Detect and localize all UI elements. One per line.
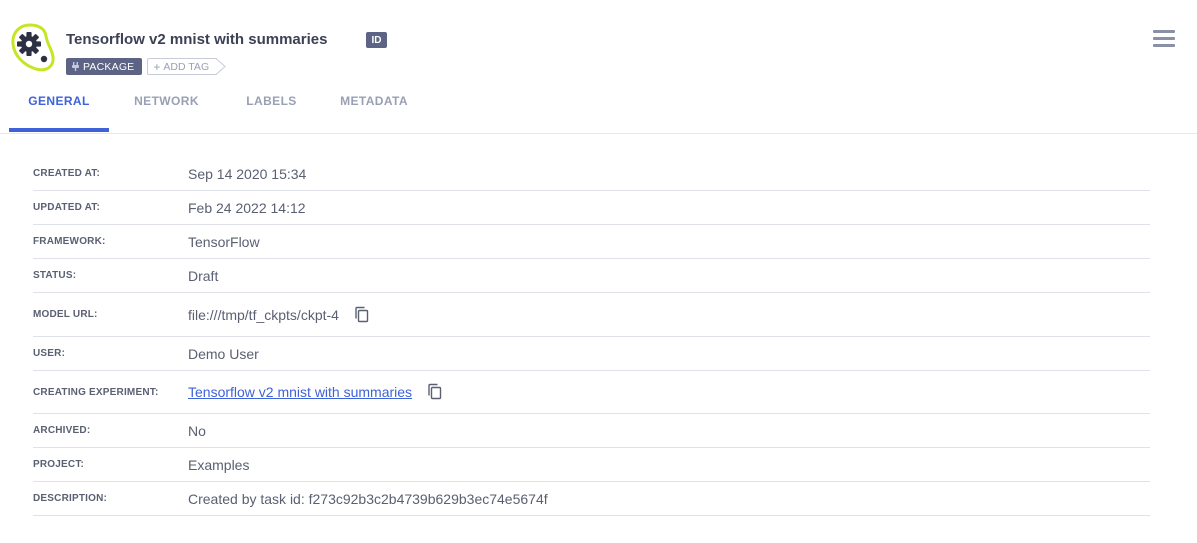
tab-bar: GENERAL NETWORK LABELS METADATA [9,82,429,132]
detail-label: PROJECT: [33,459,85,470]
creating-experiment-link[interactable]: Tensorflow v2 mnist with summaries [188,384,412,400]
detail-label: DESCRIPTION: [33,493,108,504]
tab-network[interactable]: NETWORK [109,82,224,129]
tag-arrow-shape [216,58,226,75]
id-button[interactable]: ID [366,32,387,48]
model-details-table: CREATED AT: Sep 14 2020 15:34 UPDATED AT… [33,157,1150,516]
detail-value: Draft [188,267,219,284]
detail-value: file:///tmp/tf_ckpts/ckpt-4 [188,306,371,324]
copy-icon[interactable] [426,383,444,401]
detail-label: CREATED AT: [33,168,101,179]
detail-row-creating-experiment: CREATING EXPERIMENT: Tensorflow v2 mnist… [33,371,1150,414]
detail-row-description: DESCRIPTION: Created by task id: f273c92… [33,482,1150,516]
detail-value: Created by task id: f273c92b3c2b4739b629… [188,490,548,507]
detail-value: Feb 24 2022 14:12 [188,199,306,216]
detail-label: USER: [33,348,66,359]
detail-row-archived: ARCHIVED: No [33,414,1150,448]
copy-icon[interactable] [353,306,371,324]
tag-label: PACKAGE [83,60,135,73]
detail-label: FRAMEWORK: [33,236,106,247]
detail-label: ARCHIVED: [33,425,91,436]
detail-value: TensorFlow [188,233,260,250]
plug-icon [72,62,79,71]
detail-value: Sep 14 2020 15:34 [188,165,307,182]
add-tag-label: ADD TAG [163,60,210,73]
model-url-value: file:///tmp/tf_ckpts/ckpt-4 [188,306,339,323]
detail-row-status: STATUS: Draft [33,259,1150,293]
detail-label: UPDATED AT: [33,202,101,213]
detail-label: CREATING EXPERIMENT: [33,386,159,398]
detail-label: STATUS: [33,270,77,281]
detail-row-created-at: CREATED AT: Sep 14 2020 15:34 [33,157,1150,191]
tag-package[interactable]: PACKAGE [66,58,143,75]
tab-general[interactable]: GENERAL [9,82,109,132]
detail-value: Examples [188,456,250,473]
detail-row-user: USER: Demo User [33,337,1150,371]
gear-icon [11,23,55,72]
plus-icon: + [153,59,161,74]
detail-value: No [188,422,206,439]
tag-list: PACKAGE + ADD TAG [66,58,226,75]
model-header: Tensorflow v2 mnist with summaries ID PA… [0,0,1197,134]
tab-labels[interactable]: LABELS [224,82,319,129]
detail-row-framework: FRAMEWORK: TensorFlow [33,225,1150,259]
tab-divider [0,133,1197,134]
detail-row-updated-at: UPDATED AT: Feb 24 2022 14:12 [33,191,1150,225]
detail-value: Tensorflow v2 mnist with summaries [188,383,444,401]
detail-row-project: PROJECT: Examples [33,448,1150,482]
page-title: Tensorflow v2 mnist with summaries [66,31,328,48]
tab-metadata[interactable]: METADATA [319,82,429,129]
detail-label: MODEL URL: [33,309,98,320]
detail-row-model-url: MODEL URL: file:///tmp/tf_ckpts/ckpt-4 [33,293,1150,337]
hamburger-menu-icon[interactable] [1153,30,1175,50]
detail-value: Demo User [188,345,259,362]
add-tag-button[interactable]: + ADD TAG [147,58,226,75]
